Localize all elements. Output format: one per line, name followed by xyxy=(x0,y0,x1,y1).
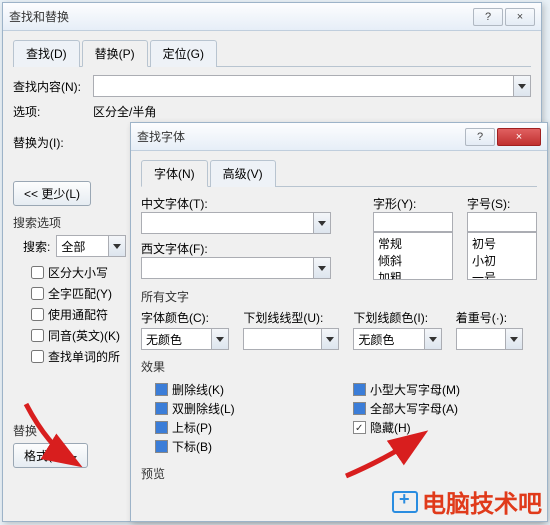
latin-font-label: 西文字体(F): xyxy=(141,240,365,257)
format-button[interactable]: 格式(O) xyxy=(13,443,88,468)
tab-advanced[interactable]: 高级(V) xyxy=(210,160,276,187)
match-case-label: 区分大小写 xyxy=(48,264,108,281)
underline-color-label: 下划线颜色(I): xyxy=(353,309,441,326)
find-replace-tabs: 查找(D) 替换(P) 定位(G) xyxy=(13,39,531,67)
tab-replace[interactable]: 替换(P) xyxy=(82,40,148,67)
sounds-like-checkbox[interactable] xyxy=(31,329,44,342)
close-button[interactable]: × xyxy=(497,128,541,146)
chevron-down-icon xyxy=(318,266,326,271)
wildcard-checkbox[interactable] xyxy=(31,308,44,321)
chevron-down-icon xyxy=(326,337,334,342)
less-button[interactable]: << 更少(L) xyxy=(13,181,91,206)
font-style-label: 字形(Y): xyxy=(373,195,453,212)
find-what-label: 查找内容(N): xyxy=(13,78,93,95)
find-font-dialog: 查找字体 ? × 字体(N) 高级(V) 中文字体(T): 西文字体(F): 字… xyxy=(130,122,548,522)
allcaps-label: 全部大写字母(A) xyxy=(370,400,458,417)
underline-color-combo[interactable]: 无颜色 xyxy=(353,328,441,350)
allcaps-checkbox[interactable] xyxy=(353,402,366,415)
watermark: 电脑技术吧 xyxy=(392,484,542,519)
options-label: 选项: xyxy=(13,103,93,120)
font-size-list[interactable]: 初号 小初 一号 xyxy=(467,232,537,280)
logo-icon xyxy=(392,491,418,513)
list-item[interactable]: 常规 xyxy=(378,235,448,252)
effects-title: 效果 xyxy=(141,358,537,375)
font-size-label: 字号(S): xyxy=(467,195,537,212)
list-item[interactable]: 初号 xyxy=(472,235,532,252)
find-font-tabs: 字体(N) 高级(V) xyxy=(141,159,537,187)
chevron-down-icon xyxy=(113,244,121,249)
help-button[interactable]: ? xyxy=(473,8,503,26)
double-strike-checkbox[interactable] xyxy=(155,402,168,415)
tab-find[interactable]: 查找(D) xyxy=(13,40,80,67)
list-item[interactable]: 加粗 xyxy=(378,269,448,280)
search-direction-combo[interactable]: 全部 xyxy=(56,235,126,257)
find-replace-title: 查找和替换 xyxy=(9,8,471,25)
list-item[interactable]: 倾斜 xyxy=(378,252,448,269)
strike-checkbox[interactable] xyxy=(155,383,168,396)
search-direction-label: 搜索: xyxy=(23,238,50,255)
replace-with-label: 替换为(I): xyxy=(13,134,93,151)
tab-goto[interactable]: 定位(G) xyxy=(150,40,217,67)
cjk-font-label: 中文字体(T): xyxy=(141,195,365,212)
chevron-down-icon xyxy=(429,337,437,342)
underline-style-label: 下划线线型(U): xyxy=(243,309,339,326)
close-button[interactable]: × xyxy=(505,8,535,26)
chevron-down-icon xyxy=(216,337,224,342)
match-case-checkbox[interactable] xyxy=(31,266,44,279)
list-item[interactable]: 一号 xyxy=(472,269,532,280)
chevron-down-icon xyxy=(318,221,326,226)
smallcaps-checkbox[interactable] xyxy=(353,383,366,396)
chevron-down-icon xyxy=(510,337,518,342)
find-what-input[interactable] xyxy=(93,75,531,97)
tab-font[interactable]: 字体(N) xyxy=(141,160,208,187)
find-font-titlebar: 查找字体 ? × xyxy=(131,123,547,151)
superscript-label: 上标(P) xyxy=(172,419,212,436)
subscript-label: 下标(B) xyxy=(172,438,212,455)
double-strike-label: 双删除线(L) xyxy=(172,400,235,417)
find-font-title: 查找字体 xyxy=(137,128,463,145)
smallcaps-label: 小型大写字母(M) xyxy=(370,381,460,398)
emphasis-combo[interactable] xyxy=(456,328,523,350)
strike-label: 删除线(K) xyxy=(172,381,224,398)
chevron-down-icon xyxy=(518,84,526,89)
sounds-like-label: 同音(英文)(K) xyxy=(48,327,120,344)
hidden-label: 隐藏(H) xyxy=(370,419,411,436)
word-forms-label: 查找单词的所 xyxy=(48,348,120,365)
whole-word-checkbox[interactable] xyxy=(31,287,44,300)
watermark-text: 电脑技术吧 xyxy=(422,484,542,519)
emphasis-label: 着重号(·): xyxy=(456,309,523,326)
hidden-checkbox[interactable] xyxy=(353,421,366,434)
help-button[interactable]: ? xyxy=(465,128,495,146)
font-style-input[interactable] xyxy=(373,212,453,232)
chevron-down-icon xyxy=(69,456,77,461)
superscript-checkbox[interactable] xyxy=(155,421,168,434)
options-value: 区分全/半角 xyxy=(93,103,156,120)
list-item[interactable]: 小初 xyxy=(472,252,532,269)
latin-font-combo[interactable] xyxy=(141,257,331,279)
font-size-input[interactable] xyxy=(467,212,537,232)
find-replace-titlebar: 查找和替换 ? × xyxy=(3,3,541,31)
subscript-checkbox[interactable] xyxy=(155,440,168,453)
preview-title: 预览 xyxy=(141,465,537,482)
underline-style-combo[interactable] xyxy=(243,328,339,350)
cjk-font-combo[interactable] xyxy=(141,212,331,234)
all-text-title: 所有文字 xyxy=(141,288,537,305)
font-style-list[interactable]: 常规 倾斜 加粗 xyxy=(373,232,453,280)
wildcard-label: 使用通配符 xyxy=(48,306,108,323)
whole-word-label: 全字匹配(Y) xyxy=(48,285,112,302)
font-color-label: 字体颜色(C): xyxy=(141,309,229,326)
word-forms-checkbox[interactable] xyxy=(31,350,44,363)
font-color-combo[interactable]: 无颜色 xyxy=(141,328,229,350)
